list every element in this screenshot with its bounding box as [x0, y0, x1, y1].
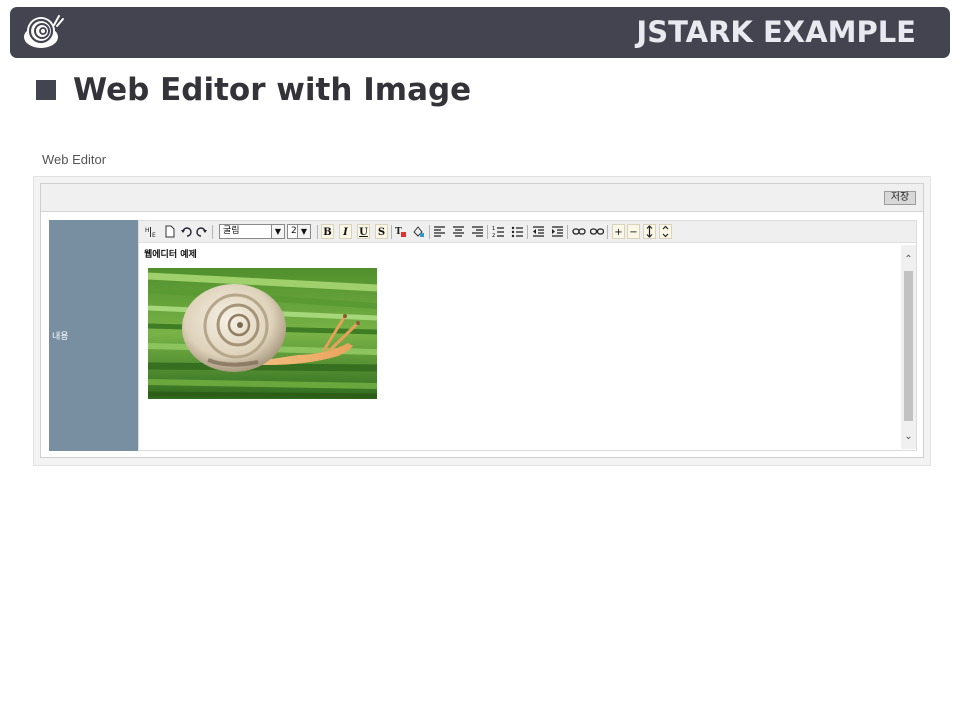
chevron-down-icon: ▼	[297, 225, 310, 238]
toolbar-separator	[567, 225, 568, 239]
font-family-value: 굴림	[223, 226, 240, 236]
ordered-list-icon[interactable]: 12	[492, 224, 505, 239]
toolbar-separator	[429, 225, 430, 239]
scroll-up-icon[interactable]: ⌃	[901, 251, 916, 268]
editor-panel-inner: 저장 내용 HE 굴림 ▼ 2 ▼ B I U S T 1 2 + − 웹에디터…	[40, 183, 924, 458]
italic-button[interactable]: I	[339, 224, 352, 239]
underline-button[interactable]: U	[357, 224, 370, 239]
web-editor: HE 굴림 ▼ 2 ▼ B I U S T 1 2 + − 웹에디터 예제 ⌃ …	[138, 220, 917, 451]
toolbar-separator	[607, 225, 608, 239]
align-right-icon[interactable]	[471, 224, 484, 239]
page-heading: Web Editor with Image	[36, 70, 471, 110]
html-source-icon[interactable]: HE	[144, 224, 157, 239]
svg-text:H: H	[145, 227, 150, 234]
editor-scrollbar[interactable]: ⌃ ⌄	[901, 245, 916, 449]
editor-content-area[interactable]: 웹에디터 예제 ⌃ ⌄	[139, 243, 916, 450]
svg-text:E: E	[152, 232, 156, 239]
toolbar-separator	[317, 225, 318, 239]
svg-text:2: 2	[492, 233, 495, 239]
content-title: 웹에디터 예제	[144, 250, 197, 260]
svg-text:T: T	[395, 227, 402, 237]
redo-icon[interactable]	[195, 224, 208, 239]
undo-icon[interactable]	[180, 224, 193, 239]
toolbar-separator	[527, 225, 528, 239]
brand-title: JSTARK EXAMPLE	[636, 15, 916, 49]
toolbar-separator	[487, 225, 488, 239]
font-family-select[interactable]: 굴림 ▼	[219, 224, 285, 239]
link-icon[interactable]	[572, 224, 586, 239]
unlink-icon[interactable]	[589, 224, 605, 239]
chevron-down-icon: ▼	[271, 225, 284, 238]
height-shrink-icon[interactable]	[659, 224, 672, 239]
background-color-icon[interactable]	[412, 224, 425, 239]
editor-toolbar: HE 굴림 ▼ 2 ▼ B I U S T 1 2 + −	[139, 221, 916, 243]
editor-panel: 저장 내용 HE 굴림 ▼ 2 ▼ B I U S T 1 2 + − 웹에디터…	[33, 176, 931, 466]
strikethrough-button[interactable]: S	[375, 224, 388, 239]
content-row-label: 내용	[49, 220, 138, 451]
toolbar-separator	[391, 225, 392, 239]
toolbar-separator	[212, 225, 213, 239]
top-banner: JSTARK EXAMPLE	[10, 7, 950, 58]
align-left-icon[interactable]	[433, 224, 446, 239]
unordered-list-icon[interactable]	[511, 224, 524, 239]
section-label: Web Editor	[42, 152, 107, 167]
decrease-button[interactable]: −	[627, 224, 640, 239]
font-size-value: 2	[291, 226, 297, 236]
indent-icon[interactable]	[551, 224, 564, 239]
align-center-icon[interactable]	[452, 224, 465, 239]
bold-button[interactable]: B	[321, 224, 334, 239]
heading-bullet-icon	[36, 80, 56, 100]
svg-text:1: 1	[492, 226, 495, 232]
height-expand-icon[interactable]	[643, 224, 656, 239]
outdent-icon[interactable]	[532, 224, 545, 239]
new-document-icon[interactable]	[163, 224, 176, 239]
panel-header: 저장	[41, 184, 923, 212]
text-color-icon[interactable]: T	[394, 224, 407, 239]
save-button[interactable]: 저장	[884, 191, 916, 205]
font-size-select[interactable]: 2 ▼	[287, 224, 311, 239]
increase-button[interactable]: +	[612, 224, 625, 239]
scrollbar-thumb[interactable]	[904, 271, 913, 421]
page-title: Web Editor with Image	[73, 72, 472, 108]
scroll-down-icon[interactable]: ⌄	[901, 428, 916, 445]
snail-photo	[148, 268, 377, 399]
snail-logo-icon	[24, 15, 64, 48]
